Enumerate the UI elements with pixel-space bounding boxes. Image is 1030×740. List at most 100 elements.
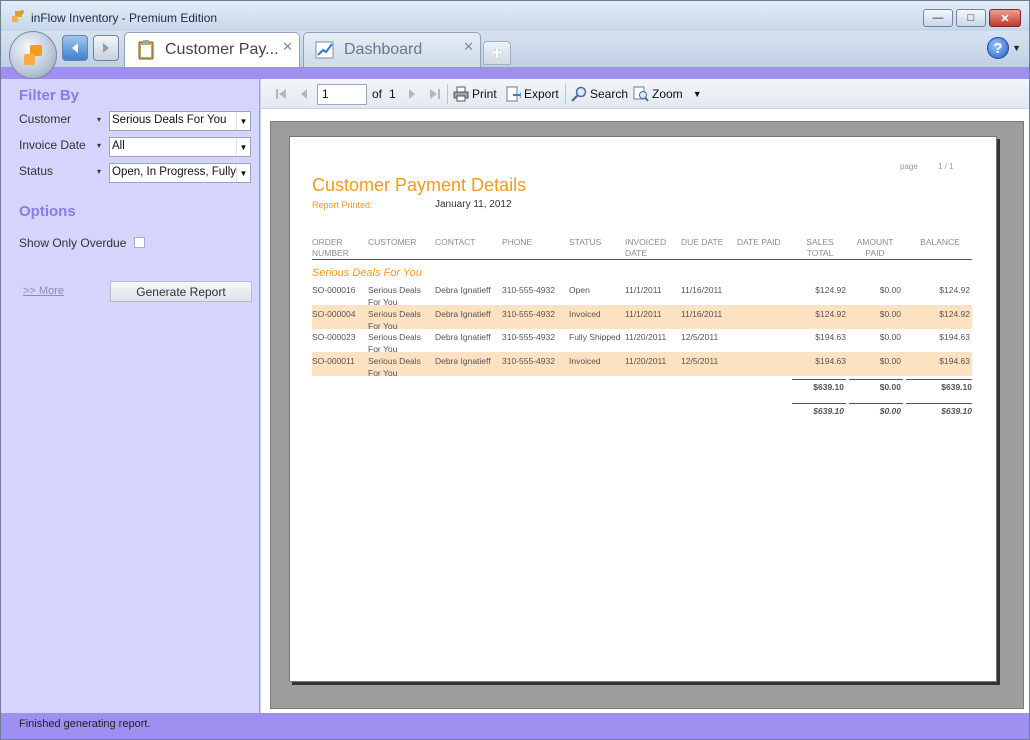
tab-customer-payment[interactable]: Customer Pay... ✕ [124, 32, 300, 67]
cell-balance: $194.63 [939, 332, 970, 342]
generate-report-button[interactable]: Generate Report [110, 281, 252, 302]
invoice-date-filter-value: All [112, 140, 125, 152]
cell-status: Open [569, 285, 590, 295]
total-line [792, 379, 846, 380]
first-page-icon[interactable] [275, 79, 287, 109]
column-header: CONTACT [435, 237, 476, 247]
cell-sales: $194.63 [815, 355, 846, 366]
invoice-date-filter-select[interactable]: All ▼ [109, 137, 251, 157]
show-overdue-label: Show Only Overdue [19, 236, 127, 250]
show-overdue-checkbox[interactable] [134, 237, 145, 248]
cell-phone: 310-555-4932 [502, 308, 555, 319]
more-options-link[interactable]: >> More [23, 285, 64, 297]
tab-label: Dashboard [344, 41, 423, 58]
cell-invoiced: 11/20/2011 [625, 332, 667, 342]
zoom-icon [633, 86, 649, 102]
customer-operator-icon[interactable]: ▾ [97, 115, 101, 124]
filter-sidebar: Filter By Customer ▾ Serious Deals For Y… [1, 79, 260, 713]
table-row: SO-000023 Serious Deals For You Debra Igna… [312, 328, 972, 354]
help-button[interactable]: ? [987, 37, 1009, 59]
cell-contact: Debra Ignatieff [435, 308, 491, 319]
page-number-input[interactable]: 1 [317, 84, 367, 105]
column-header: CUSTOMER [368, 237, 417, 247]
cell-invoiced: 11/1/2011 [625, 308, 662, 319]
print-button[interactable]: Print [453, 79, 497, 109]
report-printed-date: January 11, 2012 [435, 199, 512, 210]
arrow-right-icon [103, 43, 109, 53]
cell-phone: 310-555-4932 [502, 355, 555, 366]
header-divider [312, 259, 972, 260]
cell-invoiced: 11/1/2011 [625, 285, 662, 295]
column-header: ORDER NUMBER [312, 237, 349, 258]
zoom-label: Zoom [652, 87, 683, 101]
report-printed-label: Report Printed: [312, 200, 373, 210]
cell-status: Fully Shipped [569, 332, 621, 342]
app-menu-button[interactable] [9, 31, 57, 79]
add-tab-button[interactable]: + [483, 41, 511, 65]
close-tab-icon[interactable]: ✕ [463, 39, 474, 55]
column-header: DATE PAID [737, 237, 781, 247]
printer-icon [453, 86, 469, 102]
tab-dashboard[interactable]: Dashboard ✕ [303, 32, 481, 67]
group-total-amount: $0.00 [879, 382, 901, 392]
status-filter-select[interactable]: Open, In Progress, Fully S ▼ [109, 163, 251, 183]
cell-phone: 310-555-4932 [502, 332, 555, 342]
grand-total-sales: $639.10 [813, 406, 844, 416]
cell-due: 11/16/2011 [681, 308, 723, 319]
cell-amount: $0.00 [879, 285, 901, 295]
column-header: PHONE [502, 237, 533, 247]
minimize-button[interactable]: — [923, 9, 953, 27]
last-page-icon[interactable] [429, 79, 441, 109]
cell-balance: $124.92 [939, 285, 970, 295]
status-operator-icon[interactable]: ▾ [97, 167, 101, 176]
cell-due: 12/5/2011 [681, 332, 719, 342]
cell-contact: Debra Ignatieff [435, 285, 491, 295]
table-row: SO-000016 Serious Deals For You Debra Igna… [312, 281, 972, 307]
total-pages-label: 1 [389, 87, 396, 101]
export-button[interactable]: Export [505, 79, 559, 109]
arrow-left-icon [72, 43, 78, 53]
customer-filter-select[interactable]: Serious Deals For You ▼ [109, 111, 251, 131]
cell-invoiced: 11/20/2011 [625, 355, 667, 366]
back-button[interactable] [62, 35, 88, 61]
chevron-down-icon: ▼ [236, 112, 250, 130]
grand-total-line [906, 403, 972, 404]
help-dropdown-icon[interactable]: ▼ [1012, 43, 1021, 53]
window-title: inFlow Inventory - Premium Edition [31, 11, 218, 25]
toolbar-separator [447, 84, 448, 104]
chevron-down-icon: ▼ [236, 164, 250, 182]
invoice-date-operator-icon[interactable]: ▾ [97, 141, 101, 150]
grand-total-line [792, 403, 846, 404]
table-row: SO-000011 Serious Deals For You Debra Igna… [312, 351, 972, 378]
customer-group-label: Serious Deals For You [312, 267, 422, 279]
cell-sales: $194.63 [815, 332, 846, 342]
total-line [849, 379, 903, 380]
cell-phone: 310-555-4932 [502, 285, 555, 295]
cell-amount: $0.00 [879, 355, 901, 366]
customer-filter-value: Serious Deals For You [112, 114, 227, 126]
cell-order: SO-000011 [312, 355, 355, 366]
close-tab-icon[interactable]: ✕ [282, 39, 293, 55]
zoom-button[interactable]: Zoom ▼ [633, 79, 702, 109]
column-header: STATUS [569, 237, 602, 247]
report-title: Customer Payment Details [312, 175, 527, 195]
chevron-down-icon: ▼ [692, 89, 702, 99]
search-button[interactable]: Search [571, 79, 628, 109]
close-window-button[interactable]: ✕ [989, 9, 1021, 27]
grand-total-balance: $639.10 [941, 406, 972, 416]
report-canvas[interactable]: page 1 / 1 Customer Payment Details Repo… [270, 121, 1024, 709]
forward-button[interactable] [93, 35, 119, 61]
report-page: page 1 / 1 Customer Payment Details Repo… [289, 136, 997, 682]
prev-page-icon[interactable] [299, 79, 309, 109]
invoice-date-filter-label: Invoice Date [19, 138, 86, 152]
cell-amount: $0.00 [879, 332, 901, 342]
maximize-button[interactable]: □ [956, 9, 986, 27]
grand-total-line [849, 403, 903, 404]
cell-amount: $0.00 [879, 308, 901, 319]
next-page-icon[interactable] [407, 79, 417, 109]
group-total-balance: $639.10 [941, 382, 972, 392]
cell-order: SO-000016 [312, 285, 356, 295]
export-icon [506, 86, 521, 102]
cell-balance: $194.63 [939, 355, 970, 366]
cell-status: Invoiced [569, 308, 601, 319]
